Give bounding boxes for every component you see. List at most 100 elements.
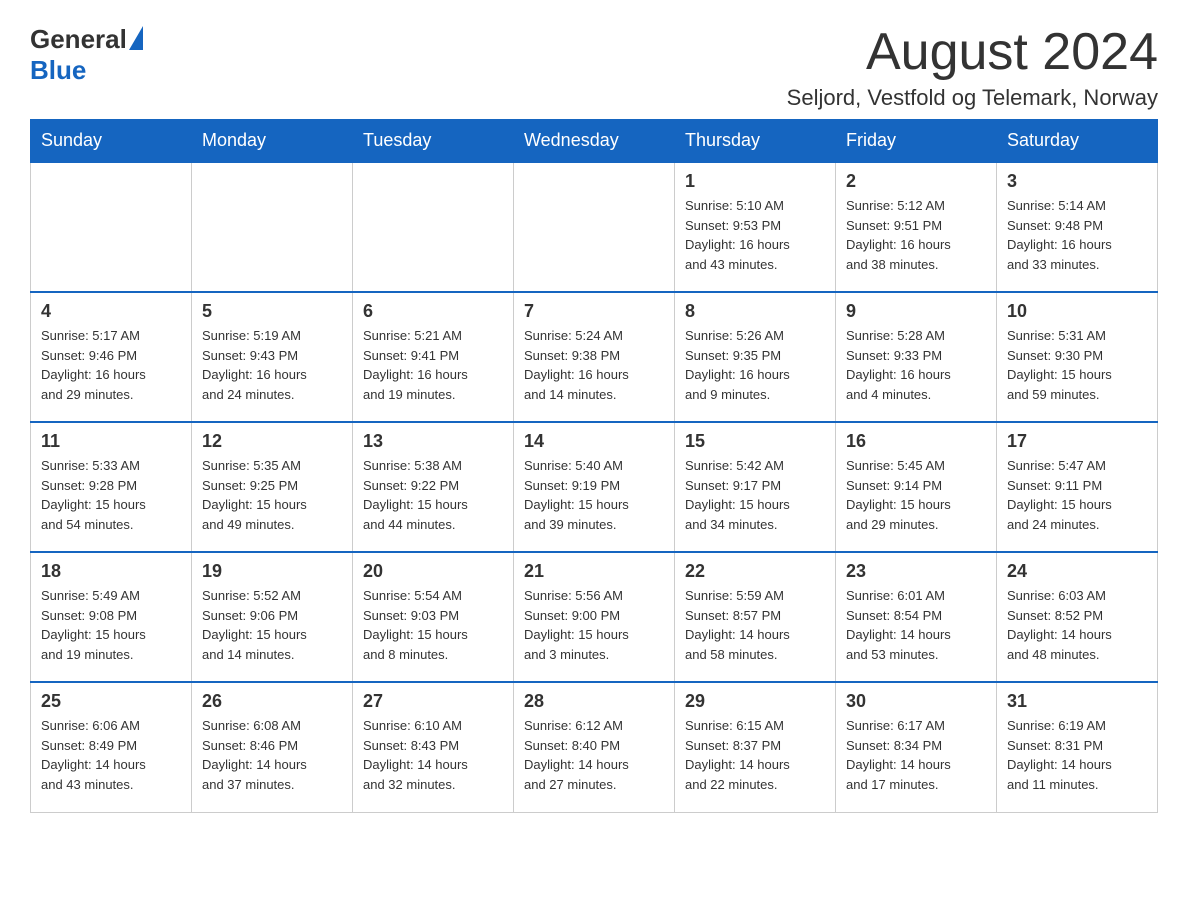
day-number: 22 [685, 561, 825, 582]
page-header: General Blue August 2024 Seljord, Vestfo… [30, 24, 1158, 111]
day-info: Sunrise: 5:24 AMSunset: 9:38 PMDaylight:… [524, 326, 664, 404]
weekday-header-monday: Monday [192, 120, 353, 163]
day-info: Sunrise: 5:45 AMSunset: 9:14 PMDaylight:… [846, 456, 986, 534]
calendar-cell: 9 Sunrise: 5:28 AMSunset: 9:33 PMDaylight… [836, 292, 997, 422]
day-info: Sunrise: 5:21 AMSunset: 9:41 PMDaylight:… [363, 326, 503, 404]
day-number: 12 [202, 431, 342, 452]
calendar-cell: 30 Sunrise: 6:17 AMSunset: 8:34 PMDayligh… [836, 682, 997, 812]
day-number: 28 [524, 691, 664, 712]
calendar-week-row: 25Sunrise: 6:06 AMSunset: 8:49 PMDayligh… [31, 682, 1158, 812]
logo-triangle-icon [129, 26, 143, 50]
day-number: 23 [846, 561, 986, 582]
day-number: 4 [41, 301, 181, 322]
day-number: 5 [202, 301, 342, 322]
calendar-week-row: 1Sunrise: 5:10 AMSunset: 9:53 PMDaylight… [31, 162, 1158, 292]
day-number: 21 [524, 561, 664, 582]
calendar-cell: 18 Sunrise: 5:49 AMSunset: 9:08 PMDayligh… [31, 552, 192, 682]
day-info: Sunrise: 5:19 AMSunset: 9:43 PMDaylight:… [202, 326, 342, 404]
day-number: 1 [685, 171, 825, 192]
calendar-cell: 21 Sunrise: 5:56 AMSunset: 9:00 PMDayligh… [514, 552, 675, 682]
calendar-cell: 10 Sunrise: 5:31 AMSunset: 9:30 PMDayligh… [997, 292, 1158, 422]
day-number: 27 [363, 691, 503, 712]
calendar-cell: 11 Sunrise: 5:33 AMSunset: 9:28 PMDayligh… [31, 422, 192, 552]
calendar-cell: 14Sunrise: 5:40 AMSunset: 9:19 PMDayligh… [514, 422, 675, 552]
calendar-cell [514, 162, 675, 292]
day-number: 26 [202, 691, 342, 712]
day-number: 30 [846, 691, 986, 712]
calendar-cell: 29Sunrise: 6:15 AMSunset: 8:37 PMDayligh… [675, 682, 836, 812]
day-number: 10 [1007, 301, 1147, 322]
logo-general-text: General [30, 24, 127, 55]
calendar-cell: 1Sunrise: 5:10 AMSunset: 9:53 PMDaylight… [675, 162, 836, 292]
day-number: 3 [1007, 171, 1147, 192]
calendar-cell [31, 162, 192, 292]
weekday-header-thursday: Thursday [675, 120, 836, 163]
day-number: 18 [41, 561, 181, 582]
day-number: 9 [846, 301, 986, 322]
calendar-cell: 22 Sunrise: 5:59 AMSunset: 8:57 PMDayligh… [675, 552, 836, 682]
calendar-cell: 2Sunrise: 5:12 AMSunset: 9:51 PMDaylight… [836, 162, 997, 292]
day-info: Sunrise: 5:14 AMSunset: 9:48 PMDaylight:… [1007, 196, 1147, 274]
day-info: Sunrise: 6:19 AMSunset: 8:31 PMDaylight:… [1007, 716, 1147, 794]
day-number: 25 [41, 691, 181, 712]
day-number: 17 [1007, 431, 1147, 452]
calendar-cell: 27 Sunrise: 6:10 AMSunset: 8:43 PMDayligh… [353, 682, 514, 812]
calendar-cell: 3 Sunrise: 5:14 AMSunset: 9:48 PMDaylight… [997, 162, 1158, 292]
day-number: 8 [685, 301, 825, 322]
day-info: Sunrise: 6:12 AMSunset: 8:40 PMDaylight:… [524, 716, 664, 794]
calendar-cell: 23 Sunrise: 6:01 AMSunset: 8:54 PMDayligh… [836, 552, 997, 682]
calendar-cell: 25Sunrise: 6:06 AMSunset: 8:49 PMDayligh… [31, 682, 192, 812]
day-info: Sunrise: 5:52 AMSunset: 9:06 PMDaylight:… [202, 586, 342, 664]
calendar-cell [192, 162, 353, 292]
location-title: Seljord, Vestfold og Telemark, Norway [787, 85, 1158, 111]
day-info: Sunrise: 5:31 AMSunset: 9:30 PMDaylight:… [1007, 326, 1147, 404]
day-number: 31 [1007, 691, 1147, 712]
month-title: August 2024 [787, 24, 1158, 81]
calendar-cell: 7 Sunrise: 5:24 AMSunset: 9:38 PMDaylight… [514, 292, 675, 422]
calendar-cell: 19 Sunrise: 5:52 AMSunset: 9:06 PMDayligh… [192, 552, 353, 682]
calendar-header-row: SundayMondayTuesdayWednesdayThursdayFrid… [31, 120, 1158, 163]
calendar-cell: 15Sunrise: 5:42 AMSunset: 9:17 PMDayligh… [675, 422, 836, 552]
logo-blue-text: Blue [30, 55, 86, 86]
calendar-week-row: 4Sunrise: 5:17 AMSunset: 9:46 PMDaylight… [31, 292, 1158, 422]
day-number: 19 [202, 561, 342, 582]
day-number: 11 [41, 431, 181, 452]
weekday-header-wednesday: Wednesday [514, 120, 675, 163]
calendar-cell: 8 Sunrise: 5:26 AMSunset: 9:35 PMDaylight… [675, 292, 836, 422]
calendar-cell: 4Sunrise: 5:17 AMSunset: 9:46 PMDaylight… [31, 292, 192, 422]
weekday-header-saturday: Saturday [997, 120, 1158, 163]
calendar-cell: 13Sunrise: 5:38 AMSunset: 9:22 PMDayligh… [353, 422, 514, 552]
day-info: Sunrise: 5:49 AMSunset: 9:08 PMDaylight:… [41, 586, 181, 664]
day-info: Sunrise: 5:59 AMSunset: 8:57 PMDaylight:… [685, 586, 825, 664]
calendar-table: SundayMondayTuesdayWednesdayThursdayFrid… [30, 119, 1158, 813]
day-info: Sunrise: 5:12 AMSunset: 9:51 PMDaylight:… [846, 196, 986, 274]
day-info: Sunrise: 5:35 AMSunset: 9:25 PMDaylight:… [202, 456, 342, 534]
calendar-cell: 24 Sunrise: 6:03 AMSunset: 8:52 PMDayligh… [997, 552, 1158, 682]
calendar-cell: 16Sunrise: 5:45 AMSunset: 9:14 PMDayligh… [836, 422, 997, 552]
day-info: Sunrise: 6:01 AMSunset: 8:54 PMDaylight:… [846, 586, 986, 664]
day-info: Sunrise: 5:47 AMSunset: 9:11 PMDaylight:… [1007, 456, 1147, 534]
day-info: Sunrise: 5:26 AMSunset: 9:35 PMDaylight:… [685, 326, 825, 404]
day-info: Sunrise: 5:42 AMSunset: 9:17 PMDaylight:… [685, 456, 825, 534]
day-number: 20 [363, 561, 503, 582]
day-number: 7 [524, 301, 664, 322]
calendar-cell: 5 Sunrise: 5:19 AMSunset: 9:43 PMDaylight… [192, 292, 353, 422]
day-info: Sunrise: 6:03 AMSunset: 8:52 PMDaylight:… [1007, 586, 1147, 664]
day-info: Sunrise: 6:17 AMSunset: 8:34 PMDaylight:… [846, 716, 986, 794]
day-info: Sunrise: 5:56 AMSunset: 9:00 PMDaylight:… [524, 586, 664, 664]
day-number: 14 [524, 431, 664, 452]
calendar-cell: 20 Sunrise: 5:54 AMSunset: 9:03 PMDayligh… [353, 552, 514, 682]
logo: General Blue [30, 24, 143, 86]
weekday-header-friday: Friday [836, 120, 997, 163]
day-info: Sunrise: 5:28 AMSunset: 9:33 PMDaylight:… [846, 326, 986, 404]
day-info: Sunrise: 5:33 AMSunset: 9:28 PMDaylight:… [41, 456, 181, 534]
weekday-header-sunday: Sunday [31, 120, 192, 163]
day-number: 13 [363, 431, 503, 452]
calendar-cell: 12 Sunrise: 5:35 AMSunset: 9:25 PMDayligh… [192, 422, 353, 552]
day-number: 24 [1007, 561, 1147, 582]
day-info: Sunrise: 5:54 AMSunset: 9:03 PMDaylight:… [363, 586, 503, 664]
day-info: Sunrise: 6:10 AMSunset: 8:43 PMDaylight:… [363, 716, 503, 794]
day-number: 29 [685, 691, 825, 712]
calendar-cell: 26Sunrise: 6:08 AMSunset: 8:46 PMDayligh… [192, 682, 353, 812]
calendar-week-row: 18 Sunrise: 5:49 AMSunset: 9:08 PMDayligh… [31, 552, 1158, 682]
